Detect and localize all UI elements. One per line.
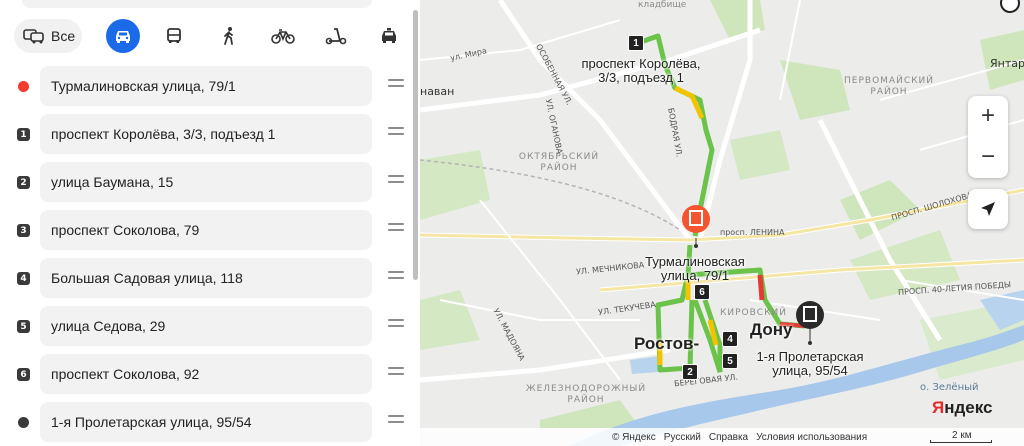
taxi-icon bbox=[382, 28, 396, 43]
drag-handle-icon[interactable] bbox=[388, 319, 404, 333]
waypoint-number-marker: 1 bbox=[17, 128, 30, 141]
map-label-point-1: проспект Королёва, 3/3, подъезд 1 bbox=[581, 56, 701, 85]
route-point-input[interactable]: проспект Соколова, 79 bbox=[40, 210, 372, 250]
zoom-in-button[interactable]: + bbox=[968, 96, 1008, 136]
zoom-controls: + − bbox=[968, 96, 1008, 178]
drag-handle-icon[interactable] bbox=[388, 79, 404, 93]
car-icon bbox=[116, 31, 130, 43]
route-point-input[interactable]: 1-я Пролетарская улица, 95/54 bbox=[40, 402, 372, 442]
map-label-start: Турмалиновская улица, 79/1 bbox=[645, 254, 745, 283]
place-label-left: наван bbox=[420, 85, 455, 98]
route-point-2: 2 улица Баумана, 15 bbox=[0, 162, 410, 202]
map-waypoint-marker-4[interactable]: 4 bbox=[722, 331, 738, 347]
waypoint-number-marker: 3 bbox=[17, 224, 30, 237]
mode-walk-button[interactable] bbox=[212, 19, 246, 53]
route-point-4: 4 Большая Садовая улица, 118 bbox=[0, 258, 410, 298]
place-label-right: Янтар bbox=[990, 57, 1024, 70]
copyright-text: © Яндекс bbox=[612, 431, 656, 443]
city-label-end: Дону bbox=[750, 320, 793, 339]
terms-link[interactable]: Условия использования bbox=[756, 432, 867, 443]
route-point-end: 1-я Пролетарская улица, 95/54 bbox=[0, 402, 410, 442]
language-link[interactable]: Русский bbox=[664, 432, 701, 443]
district-label-zheleznodorozhny: ЖЕЛЕЗНОДОРОЖНЫЙ РАЙОН bbox=[525, 384, 647, 405]
district-label-oktyabrsky: ОКТЯБРЬСКИЙ РАЙОН bbox=[518, 152, 600, 173]
route-point-6: 6 проспект Соколова, 92 bbox=[0, 354, 410, 394]
map-waypoint-marker-1[interactable]: 1 bbox=[628, 35, 644, 51]
district-label-pervomaisky: ПЕРВОМАЙСКИЙ РАЙОН bbox=[844, 76, 934, 97]
locate-me-button[interactable] bbox=[968, 189, 1008, 229]
yandex-logo-first-letter: Я bbox=[932, 398, 945, 417]
bus-icon bbox=[167, 28, 181, 43]
route-point-5: 5 улица Седова, 29 bbox=[0, 306, 410, 346]
map-footer: © Яндекс Русский Справка Условия использ… bbox=[420, 428, 1024, 446]
route-point-input[interactable]: проспект Соколова, 92 bbox=[40, 354, 372, 394]
drag-handle-icon[interactable] bbox=[388, 175, 404, 189]
map-waypoint-marker-5[interactable]: 5 bbox=[722, 353, 738, 369]
drag-handle-icon[interactable] bbox=[388, 127, 404, 141]
zoom-out-button[interactable]: − bbox=[968, 137, 1008, 177]
drag-handle-icon[interactable] bbox=[388, 415, 404, 429]
route-panel: Все Турмалиновская улица, 79/1 1 проспек… bbox=[0, 0, 420, 446]
cemetery-label: кладбище bbox=[638, 0, 687, 10]
street-label: просп. ЛЕНИНА bbox=[720, 228, 785, 237]
bicycle-icon bbox=[271, 29, 295, 44]
mode-car-button[interactable] bbox=[106, 19, 140, 53]
map-view[interactable]: кладбище наван Янтар ПЕРВОМАЙСКИЙ РАЙОН … bbox=[420, 0, 1024, 446]
district-label-kirovsky: КИРОВСКИЙ bbox=[720, 308, 787, 318]
route-point-input[interactable]: улица Баумана, 15 bbox=[40, 162, 372, 202]
help-link[interactable]: Справка bbox=[709, 432, 748, 443]
island-label: о. Зелёный bbox=[920, 382, 979, 393]
drag-handle-icon[interactable] bbox=[388, 271, 404, 285]
route-point-start: Турмалиновская улица, 79/1 bbox=[0, 66, 410, 106]
mode-taxi-button[interactable] bbox=[372, 19, 406, 53]
location-arrow-icon bbox=[981, 202, 995, 216]
route-point-input[interactable]: Турмалиновская улица, 79/1 bbox=[40, 66, 372, 106]
route-point-input[interactable]: Большая Садовая улица, 118 bbox=[40, 258, 372, 298]
mixed-transport-icon bbox=[23, 29, 44, 44]
panel-top-edge bbox=[22, 0, 372, 8]
mode-bus-button[interactable] bbox=[157, 19, 191, 53]
map-waypoint-marker-2[interactable]: 2 bbox=[682, 364, 698, 380]
start-marker-icon bbox=[18, 81, 29, 92]
mode-scooter-button[interactable] bbox=[319, 19, 353, 53]
scooter-icon bbox=[325, 28, 347, 45]
map-scale-bar bbox=[930, 440, 992, 443]
drag-handle-icon[interactable] bbox=[388, 367, 404, 381]
map-label-end: 1-я Пролетарская улица, 95/54 bbox=[756, 349, 864, 378]
yandex-logo[interactable]: Яндекс bbox=[932, 398, 992, 418]
route-point-3: 3 проспект Соколова, 79 bbox=[0, 210, 410, 250]
mode-bike-button[interactable] bbox=[266, 19, 300, 53]
app-window: Все Турмалиновская улица, 79/1 1 проспек… bbox=[0, 0, 1024, 446]
mode-all-label: Все bbox=[51, 28, 76, 44]
city-label-start: Ростов- bbox=[634, 334, 700, 353]
waypoint-number-marker: 5 bbox=[17, 320, 30, 333]
transport-mode-bar: Все bbox=[14, 18, 409, 54]
waypoint-number-marker: 2 bbox=[17, 176, 30, 189]
yandex-logo-rest: ндекс bbox=[944, 398, 993, 417]
mode-all-button[interactable]: Все bbox=[14, 19, 82, 53]
route-point-1: 1 проспект Королёва, 3/3, подъезд 1 bbox=[0, 114, 410, 154]
map-waypoint-marker-6[interactable]: 6 bbox=[694, 284, 710, 300]
route-point-input[interactable]: улица Седова, 29 bbox=[40, 306, 372, 346]
waypoint-number-marker: 4 bbox=[17, 272, 30, 285]
pedestrian-icon bbox=[224, 27, 233, 45]
route-point-input[interactable]: проспект Королёва, 3/3, подъезд 1 bbox=[40, 114, 372, 154]
panel-scrollbar[interactable] bbox=[413, 10, 418, 280]
drag-handle-icon[interactable] bbox=[388, 223, 404, 237]
waypoint-number-marker: 6 bbox=[17, 368, 30, 381]
end-marker-icon bbox=[18, 417, 29, 428]
